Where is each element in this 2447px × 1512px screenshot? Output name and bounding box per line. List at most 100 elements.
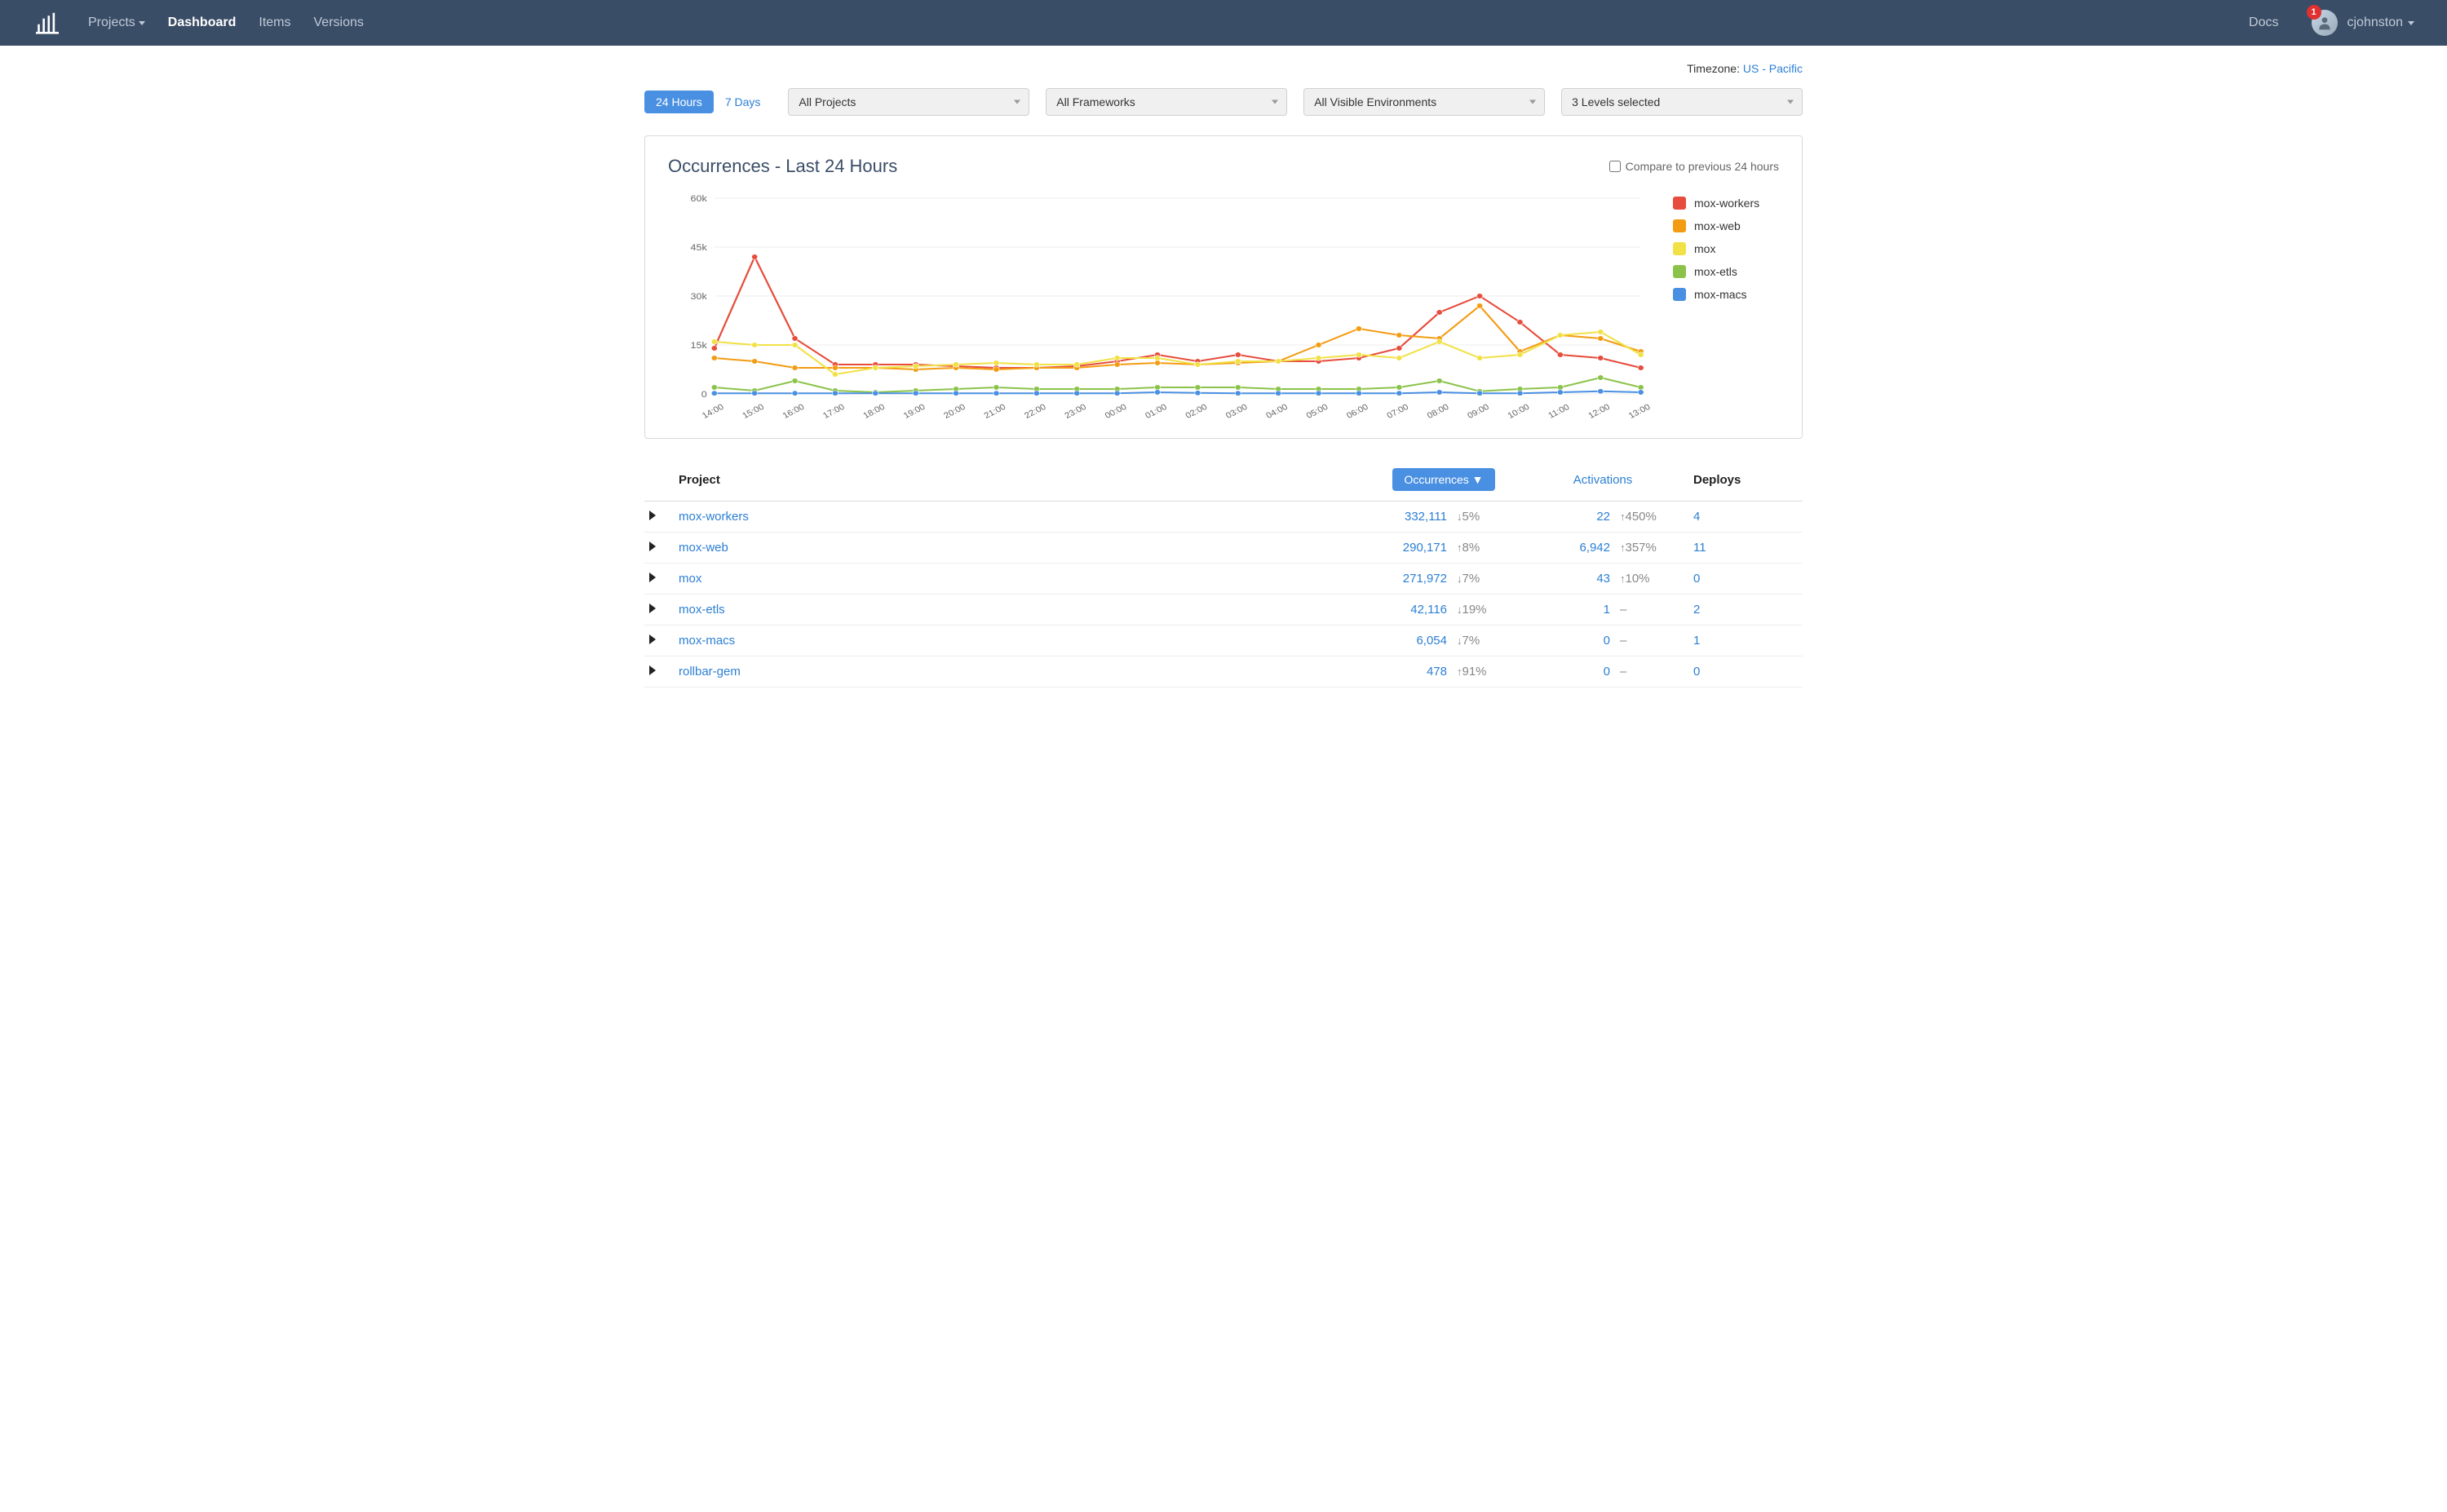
activations-value[interactable]: 22 <box>1517 502 1615 533</box>
activations-value[interactable]: 0 <box>1517 657 1615 687</box>
triangle-right-icon <box>649 573 656 582</box>
tab-24-hours[interactable]: 24 Hours <box>644 91 714 113</box>
project-link[interactable]: mox-macs <box>679 634 735 648</box>
legend-label: mox <box>1694 242 1715 255</box>
filter-selects: All Projects All Frameworks All Visible … <box>788 88 1803 116</box>
deploys-value[interactable]: 0 <box>1688 564 1803 595</box>
occurrences-pct: ↓19% <box>1452 595 1517 626</box>
occurrences-value[interactable]: 6,054 <box>1370 626 1452 657</box>
chart-card: Occurrences - Last 24 Hours Compare to p… <box>644 135 1803 439</box>
timezone-link[interactable]: US - Pacific <box>1743 62 1803 75</box>
svg-text:00:00: 00:00 <box>1104 402 1129 418</box>
navbar: Projects Dashboard Items Versions Docs 1 cj… <box>0 0 2447 46</box>
avatar[interactable]: 1 <box>2312 10 2338 36</box>
svg-text:16:00: 16:00 <box>781 402 806 418</box>
expand-toggle[interactable] <box>644 626 674 657</box>
nav-items[interactable]: Items <box>259 15 290 30</box>
activations-pct: – <box>1615 595 1688 626</box>
legend-item-mox-web[interactable]: mox-web <box>1673 219 1779 232</box>
username: cjohnston <box>2347 15 2404 30</box>
svg-text:23:00: 23:00 <box>1063 402 1088 418</box>
nav-projects[interactable]: Projects <box>88 15 145 30</box>
legend-item-mox[interactable]: mox <box>1673 242 1779 255</box>
projects-table: Project Occurrences ▼ Activations Deploy… <box>644 462 1803 687</box>
activations-pct: ↑10% <box>1615 564 1688 595</box>
deploys-value[interactable]: 2 <box>1688 595 1803 626</box>
deploys-value[interactable]: 0 <box>1688 657 1803 687</box>
svg-text:10:00: 10:00 <box>1506 402 1531 418</box>
user-menu[interactable]: cjohnston <box>2347 15 2415 30</box>
projects-select[interactable]: All Projects <box>788 88 1029 116</box>
legend-item-mox-etls[interactable]: mox-etls <box>1673 265 1779 278</box>
timezone-row: Timezone: US - Pacific <box>644 62 1803 75</box>
expand-toggle[interactable] <box>644 657 674 687</box>
nav-dashboard[interactable]: Dashboard <box>168 15 237 30</box>
occurrences-value[interactable]: 271,972 <box>1370 564 1452 595</box>
deploys-value[interactable]: 1 <box>1688 626 1803 657</box>
occurrences-value[interactable]: 290,171 <box>1370 533 1452 564</box>
svg-text:60k: 60k <box>691 194 707 204</box>
triangle-right-icon <box>649 665 656 675</box>
svg-text:14:00: 14:00 <box>701 402 726 418</box>
compare-toggle[interactable]: Compare to previous 24 hours <box>1609 160 1779 173</box>
time-range-tabs: 24 Hours 7 Days <box>644 91 772 113</box>
svg-text:13:00: 13:00 <box>1627 402 1650 418</box>
svg-text:12:00: 12:00 <box>1586 402 1612 418</box>
activations-value[interactable]: 6,942 <box>1517 533 1615 564</box>
table-row: rollbar-gem 478 ↑91% 0 – 0 <box>644 657 1803 687</box>
occurrences-pct: ↑91% <box>1452 657 1517 687</box>
occurrences-value[interactable]: 332,111 <box>1370 502 1452 533</box>
legend-swatch <box>1673 265 1686 278</box>
project-link[interactable]: mox <box>679 572 701 586</box>
legend-swatch <box>1673 288 1686 301</box>
expand-toggle[interactable] <box>644 595 674 626</box>
environments-select[interactable]: All Visible Environments <box>1303 88 1545 116</box>
table-row: mox-macs 6,054 ↓7% 0 – 1 <box>644 626 1803 657</box>
svg-text:05:00: 05:00 <box>1304 402 1330 418</box>
logo-icon[interactable] <box>33 11 62 34</box>
tab-7-days[interactable]: 7 Days <box>714 91 772 113</box>
compare-checkbox[interactable] <box>1609 161 1621 172</box>
legend-item-mox-macs[interactable]: mox-macs <box>1673 288 1779 301</box>
th-deploys: Deploys <box>1688 462 1803 502</box>
th-occurrences[interactable]: Occurrences ▼ <box>1370 462 1517 502</box>
svg-text:04:00: 04:00 <box>1264 402 1290 418</box>
nav-versions[interactable]: Versions <box>314 15 364 30</box>
legend-item-mox-workers[interactable]: mox-workers <box>1673 197 1779 210</box>
svg-text:06:00: 06:00 <box>1345 402 1370 418</box>
svg-text:20:00: 20:00 <box>942 402 967 418</box>
occurrences-pct: ↓7% <box>1452 626 1517 657</box>
docs-link[interactable]: Docs <box>2249 15 2278 30</box>
expand-toggle[interactable] <box>644 533 674 564</box>
project-link[interactable]: rollbar-gem <box>679 665 741 679</box>
activations-value[interactable]: 0 <box>1517 626 1615 657</box>
th-activations[interactable]: Activations <box>1517 462 1688 502</box>
svg-text:30k: 30k <box>691 292 707 302</box>
project-link[interactable]: mox-web <box>679 541 728 555</box>
activations-value[interactable]: 1 <box>1517 595 1615 626</box>
deploys-value[interactable]: 4 <box>1688 502 1803 533</box>
th-project: Project <box>674 462 1370 502</box>
svg-text:0: 0 <box>701 390 707 400</box>
expand-toggle[interactable] <box>644 564 674 595</box>
table-row: mox-web 290,171 ↑8% 6,942 ↑357% 11 <box>644 533 1803 564</box>
svg-text:15:00: 15:00 <box>741 402 766 418</box>
project-link[interactable]: mox-workers <box>679 510 749 524</box>
triangle-right-icon <box>649 634 656 644</box>
svg-text:01:00: 01:00 <box>1144 402 1169 418</box>
timezone-label: Timezone: <box>1687 62 1740 75</box>
occurrences-pct: ↑8% <box>1452 533 1517 564</box>
levels-select[interactable]: 3 Levels selected <box>1561 88 1803 116</box>
occurrences-value[interactable]: 42,116 <box>1370 595 1452 626</box>
legend-swatch <box>1673 242 1686 255</box>
project-link[interactable]: mox-etls <box>679 603 725 617</box>
svg-text:22:00: 22:00 <box>1023 402 1048 418</box>
frameworks-select[interactable]: All Frameworks <box>1046 88 1287 116</box>
chevron-down-icon <box>1529 100 1536 104</box>
occurrences-value[interactable]: 478 <box>1370 657 1452 687</box>
legend-label: mox-etls <box>1694 265 1737 278</box>
svg-text:19:00: 19:00 <box>902 402 927 418</box>
expand-toggle[interactable] <box>644 502 674 533</box>
deploys-value[interactable]: 11 <box>1688 533 1803 564</box>
activations-value[interactable]: 43 <box>1517 564 1615 595</box>
